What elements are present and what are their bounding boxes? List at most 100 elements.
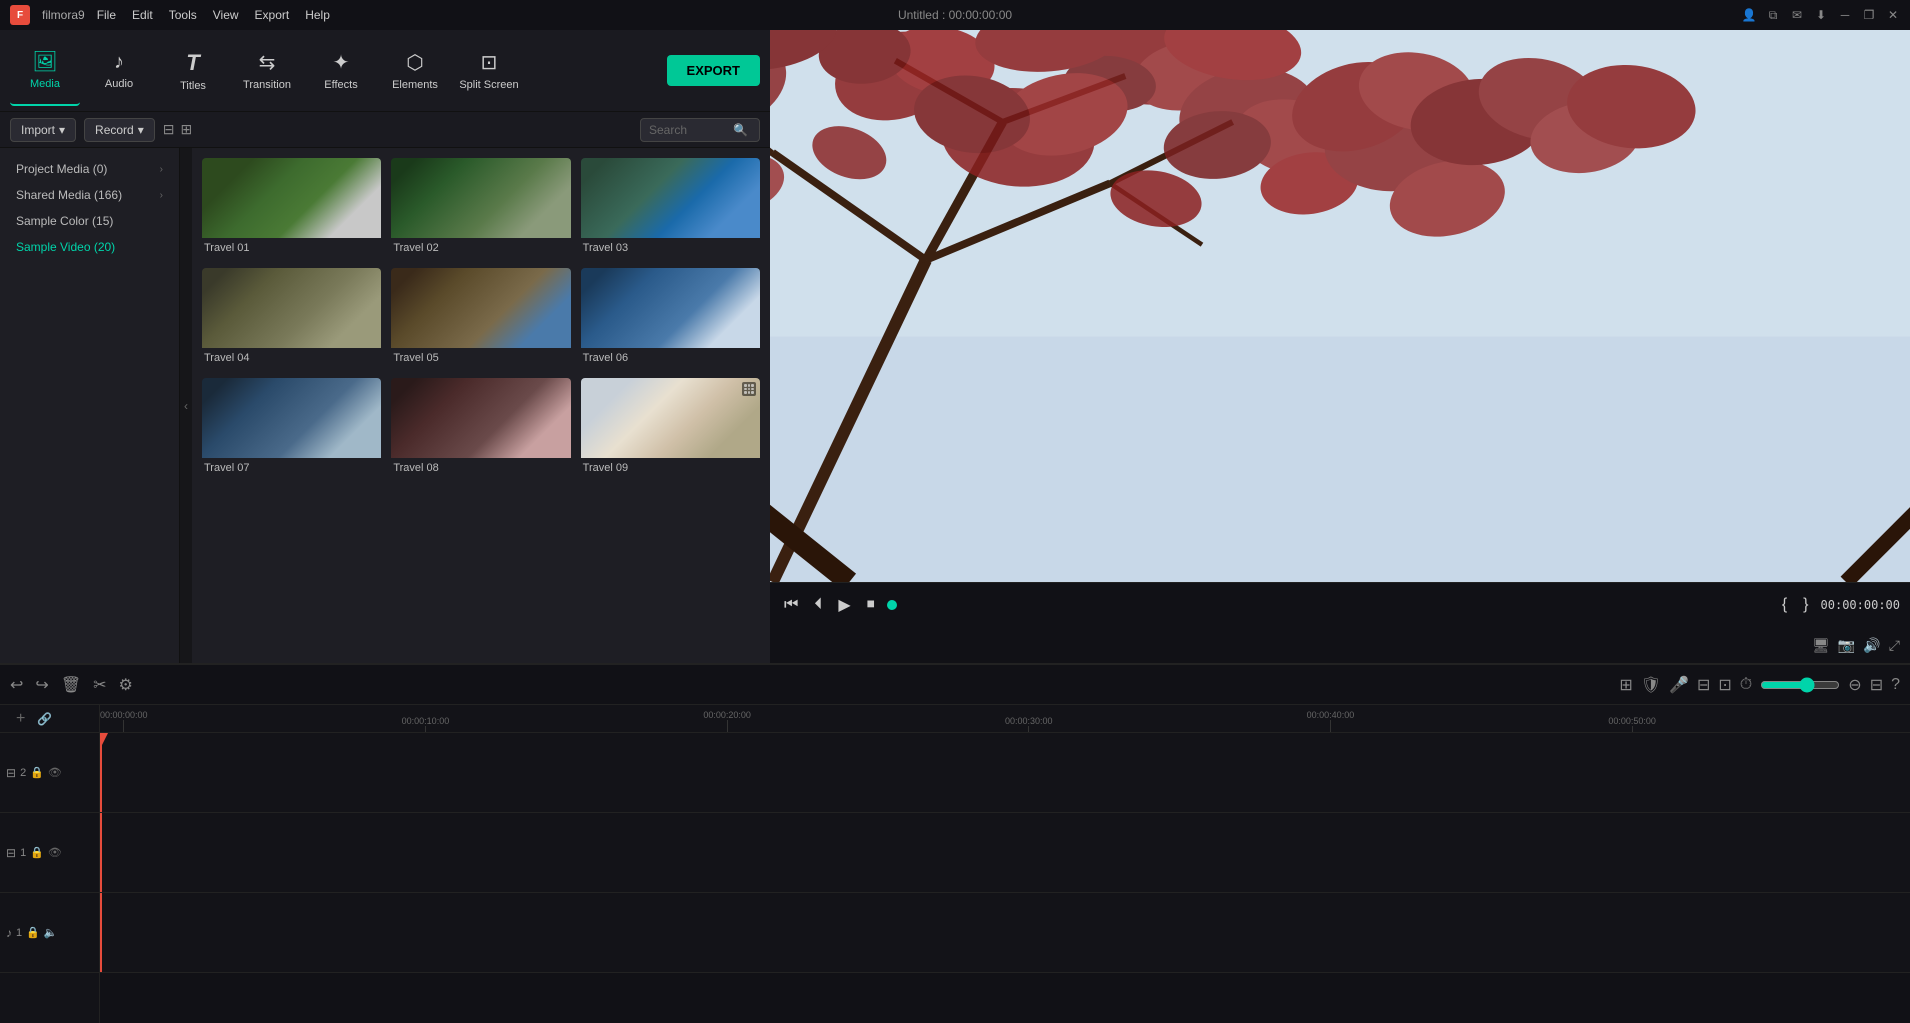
time-display: 00:00:00:00 bbox=[1821, 598, 1900, 612]
minimize-button[interactable]: ─ bbox=[1838, 8, 1852, 22]
toolbar-icons: ⊟ ⊞ bbox=[163, 121, 192, 138]
record-button[interactable]: Record ▾ bbox=[84, 118, 155, 142]
grid-view-icon[interactable]: ⊞ bbox=[181, 121, 193, 138]
video-track2-icon: ⊟ bbox=[6, 846, 16, 860]
settings-button[interactable]: ⚙ bbox=[119, 675, 133, 695]
menu-export[interactable]: Export bbox=[255, 8, 290, 22]
cut-button[interactable]: ✂ bbox=[93, 675, 106, 695]
search-input[interactable] bbox=[649, 123, 729, 137]
track-a1-volume[interactable]: 🔈 bbox=[44, 926, 58, 939]
toolbar-splitscreen[interactable]: ⊡ Split Screen bbox=[454, 36, 524, 106]
ruler-content: 00:00:00:0000:00:10:0000:00:20:0000:00:3… bbox=[100, 705, 1910, 732]
track-lane-v1[interactable] bbox=[100, 813, 1910, 893]
track-v1-label: 1 bbox=[20, 847, 26, 859]
track-v2-label: 2 bbox=[20, 767, 26, 779]
ruler-tick: 00:00:10:00 bbox=[402, 716, 450, 732]
play-button[interactable]: ▶ bbox=[834, 593, 854, 617]
toolbar-audio[interactable]: ♪ Audio bbox=[84, 36, 154, 106]
mic-icon[interactable]: 🎤 bbox=[1669, 675, 1689, 695]
sidebar-item-sample-video[interactable]: Sample Video (20) bbox=[0, 234, 179, 260]
restore-button[interactable]: ❐ bbox=[1862, 8, 1876, 22]
sidebar-item-project-media[interactable]: Project Media (0) › bbox=[0, 156, 179, 182]
mail-icon[interactable]: ✉ bbox=[1790, 8, 1804, 22]
caption-icon[interactable]: ⊟ bbox=[1697, 675, 1710, 695]
user-icon[interactable]: 👤 bbox=[1742, 8, 1756, 22]
track-v2-lock[interactable]: 🔒 bbox=[30, 766, 44, 779]
step-back-button[interactable]: ⏴ bbox=[810, 594, 826, 616]
sidebar-item-shared-media[interactable]: Shared Media (166) › bbox=[0, 182, 179, 208]
splitscreen-label: Split Screen bbox=[459, 79, 518, 91]
mark-out-button[interactable]: } bbox=[1799, 594, 1812, 616]
snap-icon[interactable]: ⊞ bbox=[1619, 675, 1632, 695]
media-label-travel03: Travel 03 bbox=[581, 238, 760, 258]
toolbar-media[interactable]: 🖼 Media bbox=[10, 36, 80, 106]
menu-help[interactable]: Help bbox=[305, 8, 330, 22]
media-label-travel02: Travel 02 bbox=[391, 238, 570, 258]
media-item-travel04[interactable]: Travel 04 bbox=[202, 268, 381, 368]
toolbar-transition[interactable]: ⇆ Transition bbox=[232, 36, 302, 106]
media-item-travel03[interactable]: Travel 03 bbox=[581, 158, 760, 258]
track-a1-lock[interactable]: 🔒 bbox=[26, 926, 40, 939]
video-track-icon: ⊟ bbox=[6, 766, 16, 780]
toolbar-effects[interactable]: ✦ Effects bbox=[306, 36, 376, 106]
close-button[interactable]: ✕ bbox=[1886, 8, 1900, 22]
shield-icon[interactable]: 🛡 bbox=[1641, 675, 1661, 695]
redo-button[interactable]: ↪ bbox=[35, 675, 48, 695]
search-box[interactable]: 🔍 bbox=[640, 118, 760, 142]
filter-icon[interactable]: ⊟ bbox=[163, 121, 175, 138]
track-lane-v2[interactable] bbox=[100, 733, 1910, 813]
zoom-out-icon[interactable]: ⊖ bbox=[1848, 675, 1861, 695]
zoom-slider[interactable] bbox=[1760, 677, 1840, 693]
stop-button[interactable]: ⏹ bbox=[863, 594, 879, 616]
delete-button[interactable]: 🗑 bbox=[61, 675, 81, 695]
media-item-travel08[interactable]: Travel 08 bbox=[391, 378, 570, 478]
menu-bar[interactable]: File Edit Tools View Export Help bbox=[97, 8, 330, 22]
player-controls: ⏮ ⏴ ▶ ⏹ { } 00:00:00:00 bbox=[770, 582, 1910, 627]
toolbar-titles[interactable]: T Titles bbox=[158, 36, 228, 106]
timeline-main[interactable]: 00:00:00:0000:00:10:0000:00:20:0000:00:3… bbox=[100, 705, 1910, 1023]
export-button[interactable]: EXPORT bbox=[667, 55, 760, 86]
collapse-handle[interactable]: ‹ bbox=[180, 148, 192, 663]
link-icon[interactable]: 🔗 bbox=[37, 712, 52, 726]
toolbar-elements[interactable]: ⬡ Elements bbox=[380, 36, 450, 106]
media-item-travel01[interactable]: Travel 01 bbox=[202, 158, 381, 258]
undo-button[interactable]: ↩ bbox=[10, 675, 23, 695]
track-v1-lock[interactable]: 🔒 bbox=[30, 846, 44, 859]
audio-icon: ♪ bbox=[114, 51, 124, 74]
preview-scene bbox=[770, 30, 1910, 582]
split-view-icon[interactable]: ⊟ bbox=[1870, 675, 1883, 695]
media-item-travel06[interactable]: Travel 06 bbox=[581, 268, 760, 368]
chevron-right-icon: › bbox=[160, 164, 163, 175]
media-item-travel02[interactable]: Travel 02 bbox=[391, 158, 570, 258]
fullscreen-icon[interactable]: ⤢ bbox=[1889, 637, 1900, 654]
add-video-track-button[interactable]: + bbox=[8, 706, 33, 732]
skip-back-button[interactable]: ⏮ bbox=[780, 594, 802, 616]
media-thumb-travel08 bbox=[391, 378, 570, 458]
overlay-icon[interactable]: ⊡ bbox=[1718, 675, 1731, 695]
menu-file[interactable]: File bbox=[97, 8, 116, 22]
import-button[interactable]: Import ▾ bbox=[10, 118, 76, 142]
timer-icon[interactable]: ⏱ bbox=[1740, 676, 1752, 694]
title-bar: F filmora9 File Edit Tools View Export H… bbox=[0, 0, 1910, 30]
menu-edit[interactable]: Edit bbox=[132, 8, 153, 22]
media-item-travel07[interactable]: Travel 07 bbox=[202, 378, 381, 478]
menu-view[interactable]: View bbox=[213, 8, 239, 22]
track-v2-eye[interactable]: 👁 bbox=[48, 766, 62, 779]
playhead-a1 bbox=[100, 893, 102, 972]
pip-icon[interactable]: 🖥 bbox=[1812, 637, 1830, 654]
media-thumb-travel09 bbox=[581, 378, 760, 458]
transition-label: Transition bbox=[243, 79, 291, 91]
track-v1-eye[interactable]: 👁 bbox=[48, 846, 62, 859]
screenshot-icon[interactable]: 📷 bbox=[1838, 637, 1855, 654]
media-item-travel09[interactable]: Travel 09 bbox=[581, 378, 760, 478]
help-icon[interactable]: ? bbox=[1891, 676, 1900, 694]
menu-tools[interactable]: Tools bbox=[169, 8, 197, 22]
mark-in-button[interactable]: { bbox=[1778, 594, 1791, 616]
download-icon[interactable]: ⬇ bbox=[1814, 8, 1828, 22]
volume-icon[interactable]: 🔊 bbox=[1863, 637, 1880, 654]
media-grid: Travel 01Travel 02Travel 03Travel 04Trav… bbox=[192, 148, 770, 663]
media-item-travel05[interactable]: Travel 05 bbox=[391, 268, 570, 368]
expand-icon[interactable]: ⧉ bbox=[1766, 8, 1780, 22]
track-lane-a1[interactable] bbox=[100, 893, 1910, 973]
sidebar-item-sample-color[interactable]: Sample Color (15) bbox=[0, 208, 179, 234]
